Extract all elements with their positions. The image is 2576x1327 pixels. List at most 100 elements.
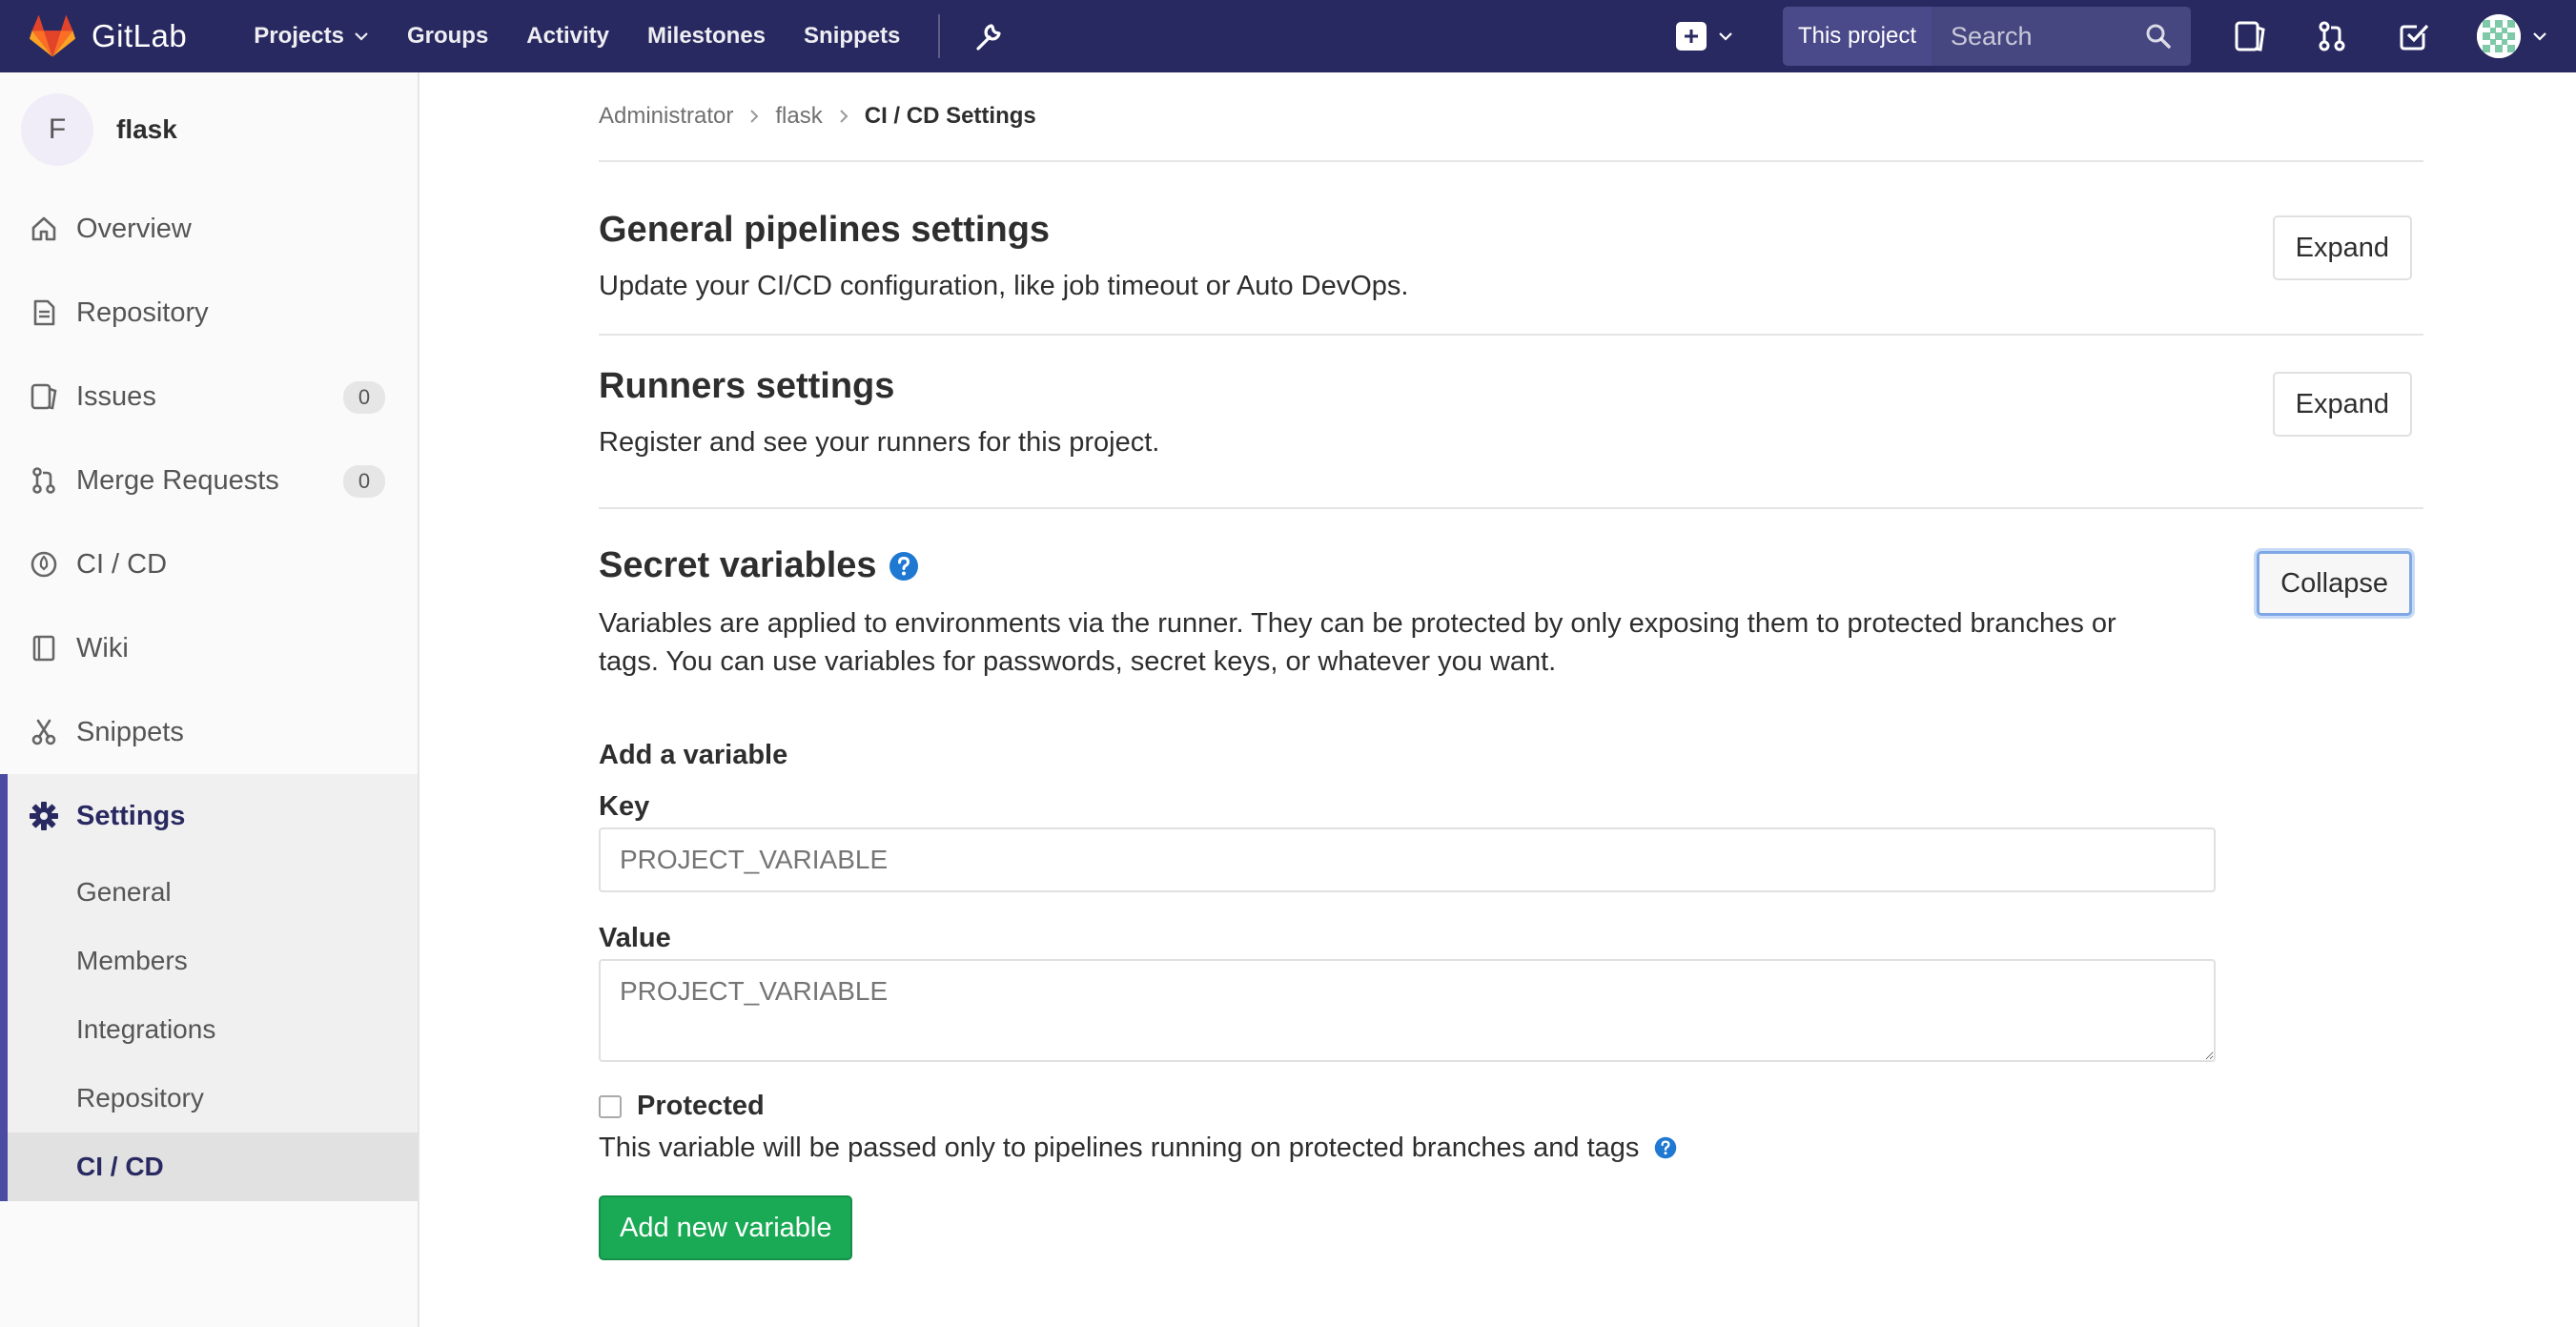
sidebar-project-header[interactable]: F flask [0, 72, 418, 187]
issues-icon [29, 381, 59, 412]
sidebar-subitem-repository[interactable]: Repository [8, 1064, 418, 1133]
search-scope-badge[interactable]: This project [1782, 7, 1932, 66]
nav-activity[interactable]: Activity [526, 23, 609, 50]
merge-requests-nav-button[interactable] [2313, 17, 2351, 55]
protected-help-text-content: This variable will be passed only to pip… [599, 1133, 1640, 1163]
user-menu[interactable] [2477, 14, 2547, 58]
sidebar-item-label: Repository [76, 296, 209, 328]
nav-projects-label: Projects [254, 23, 344, 49]
sidebar-item-settings[interactable]: Settings [8, 774, 418, 858]
general-pipelines-section: General pipelines settings Update your C… [599, 162, 2423, 336]
sidebar-item-wiki[interactable]: Wiki [0, 606, 418, 690]
secret-variables-desc-line2: tags. You can use variables for password… [599, 646, 1557, 677]
protected-row: Protected [599, 1091, 765, 1122]
breadcrumb-current[interactable]: CI / CD Settings [865, 103, 1036, 130]
question-circle-icon[interactable] [889, 551, 919, 582]
protected-checkbox[interactable] [599, 1094, 622, 1118]
sidebar-subitem-members[interactable]: Members [8, 927, 418, 995]
sidebar-item-label: Snippets [76, 716, 184, 747]
secret-variables-desc-line1: Variables are applied to environments vi… [599, 608, 2116, 639]
sidebar-item-repository[interactable]: Repository [0, 271, 418, 355]
general-pipelines-desc: Update your CI/CD configuration, like jo… [599, 271, 1409, 301]
general-pipelines-title: General pipelines settings [599, 210, 1051, 250]
doc-icon [29, 297, 59, 328]
chevron-down-icon [2533, 32, 2546, 41]
sidebar-subitem-integrations[interactable]: Integrations [8, 995, 418, 1064]
sidebar-settings-group: Settings General Members Integrations Re… [0, 774, 418, 1201]
sidebar-item-label: Issues [76, 380, 156, 412]
user-avatar [2477, 14, 2521, 58]
nav-milestones[interactable]: Milestones [647, 23, 766, 50]
project-sidebar: F flask Overview Repository Issues 0 Mer… [0, 72, 419, 1327]
variable-value-textarea[interactable] [599, 959, 2216, 1062]
chevron-right-icon [840, 110, 848, 123]
breadcrumb: Administrator flask CI / CD Settings [599, 72, 2423, 162]
project-avatar: F [21, 93, 93, 166]
sidebar-item-issues[interactable]: Issues 0 [0, 355, 418, 439]
gear-icon [29, 801, 59, 831]
sidebar-item-ci-cd[interactable]: CI / CD [0, 522, 418, 606]
runners-section: Runners settings Register and see your r… [599, 336, 2423, 509]
sidebar-item-label: CI / CD [76, 548, 168, 580]
todos-nav-button[interactable] [2395, 17, 2433, 55]
wrench-icon[interactable] [972, 20, 1005, 52]
variable-key-input[interactable] [599, 827, 2216, 892]
chevron-down-icon [1719, 32, 1732, 41]
sidebar-item-label: Wiki [76, 632, 129, 664]
nav-projects[interactable]: Projects [254, 23, 369, 50]
top-navbar: GitLab Projects Groups Activity Mileston… [0, 0, 2576, 72]
secret-variables-collapse-button[interactable]: Collapse [2257, 551, 2412, 616]
sidebar-subitem-ci-cd[interactable]: CI / CD [8, 1133, 418, 1201]
merge-request-icon [2319, 21, 2345, 51]
breadcrumb-flask[interactable]: flask [775, 103, 822, 130]
key-label: Key [599, 791, 650, 822]
sidebar-item-label: Settings [76, 800, 186, 831]
book-icon [29, 633, 59, 664]
runners-expand-button[interactable]: Expand [2272, 372, 2412, 437]
sidebar-item-snippets[interactable]: Snippets [0, 690, 418, 774]
secret-variables-title: Secret variables [599, 545, 919, 586]
runners-title: Runners settings [599, 366, 895, 406]
home-icon [29, 214, 59, 244]
sidebar-item-merge-requests[interactable]: Merge Requests 0 [0, 439, 418, 522]
new-dropdown[interactable] [1675, 22, 1733, 51]
sidebar-item-label: Merge Requests [76, 464, 279, 496]
sidebar-item-label: Overview [76, 213, 192, 244]
nav-groups[interactable]: Groups [407, 23, 488, 50]
secret-variables-desc: Variables are applied to environments vi… [599, 604, 2258, 681]
secret-variables-section: Secret variables Variables are applied t… [599, 509, 2423, 1310]
plus-square-icon [1675, 22, 1707, 51]
search-input[interactable] [1951, 21, 2132, 51]
sidebar-subitem-general[interactable]: General [8, 858, 418, 927]
search-box [1932, 7, 2191, 66]
protected-help-text: This variable will be passed only to pip… [599, 1129, 1677, 1167]
project-name: flask [116, 114, 177, 144]
merge-request-icon [29, 465, 59, 496]
question-circle-icon[interactable] [1654, 1136, 1677, 1159]
add-new-variable-button[interactable]: Add new variable [599, 1195, 853, 1260]
nav-snippets[interactable]: Snippets [804, 23, 900, 50]
breadcrumb-administrator[interactable]: Administrator [599, 103, 733, 130]
scissors-icon [29, 717, 59, 747]
chevron-down-icon [355, 32, 368, 41]
secret-variables-title-text: Secret variables [599, 545, 877, 585]
issues-count-badge: 0 [343, 381, 385, 414]
issues-nav-button[interactable] [2231, 17, 2269, 55]
runners-desc: Register and see your runners for this p… [599, 427, 1160, 458]
search-icon [2146, 24, 2171, 49]
rocket-icon [29, 549, 59, 580]
chevron-right-icon [750, 110, 759, 123]
issues-icon [2235, 21, 2265, 51]
general-pipelines-expand-button[interactable]: Expand [2272, 215, 2412, 280]
gitlab-home-link[interactable]: GitLab [29, 0, 187, 72]
nav-divider [938, 14, 941, 58]
merge-requests-count-badge: 0 [343, 465, 385, 498]
gitlab-logo-icon [29, 14, 76, 57]
todo-check-icon [2400, 24, 2429, 51]
add-variable-heading: Add a variable [599, 740, 788, 770]
sidebar-item-overview[interactable]: Overview [0, 187, 418, 271]
protected-label[interactable]: Protected [637, 1091, 765, 1122]
value-label: Value [599, 923, 671, 953]
brand-name: GitLab [92, 18, 188, 53]
main-content: Administrator flask CI / CD Settings Gen… [599, 72, 2423, 1310]
